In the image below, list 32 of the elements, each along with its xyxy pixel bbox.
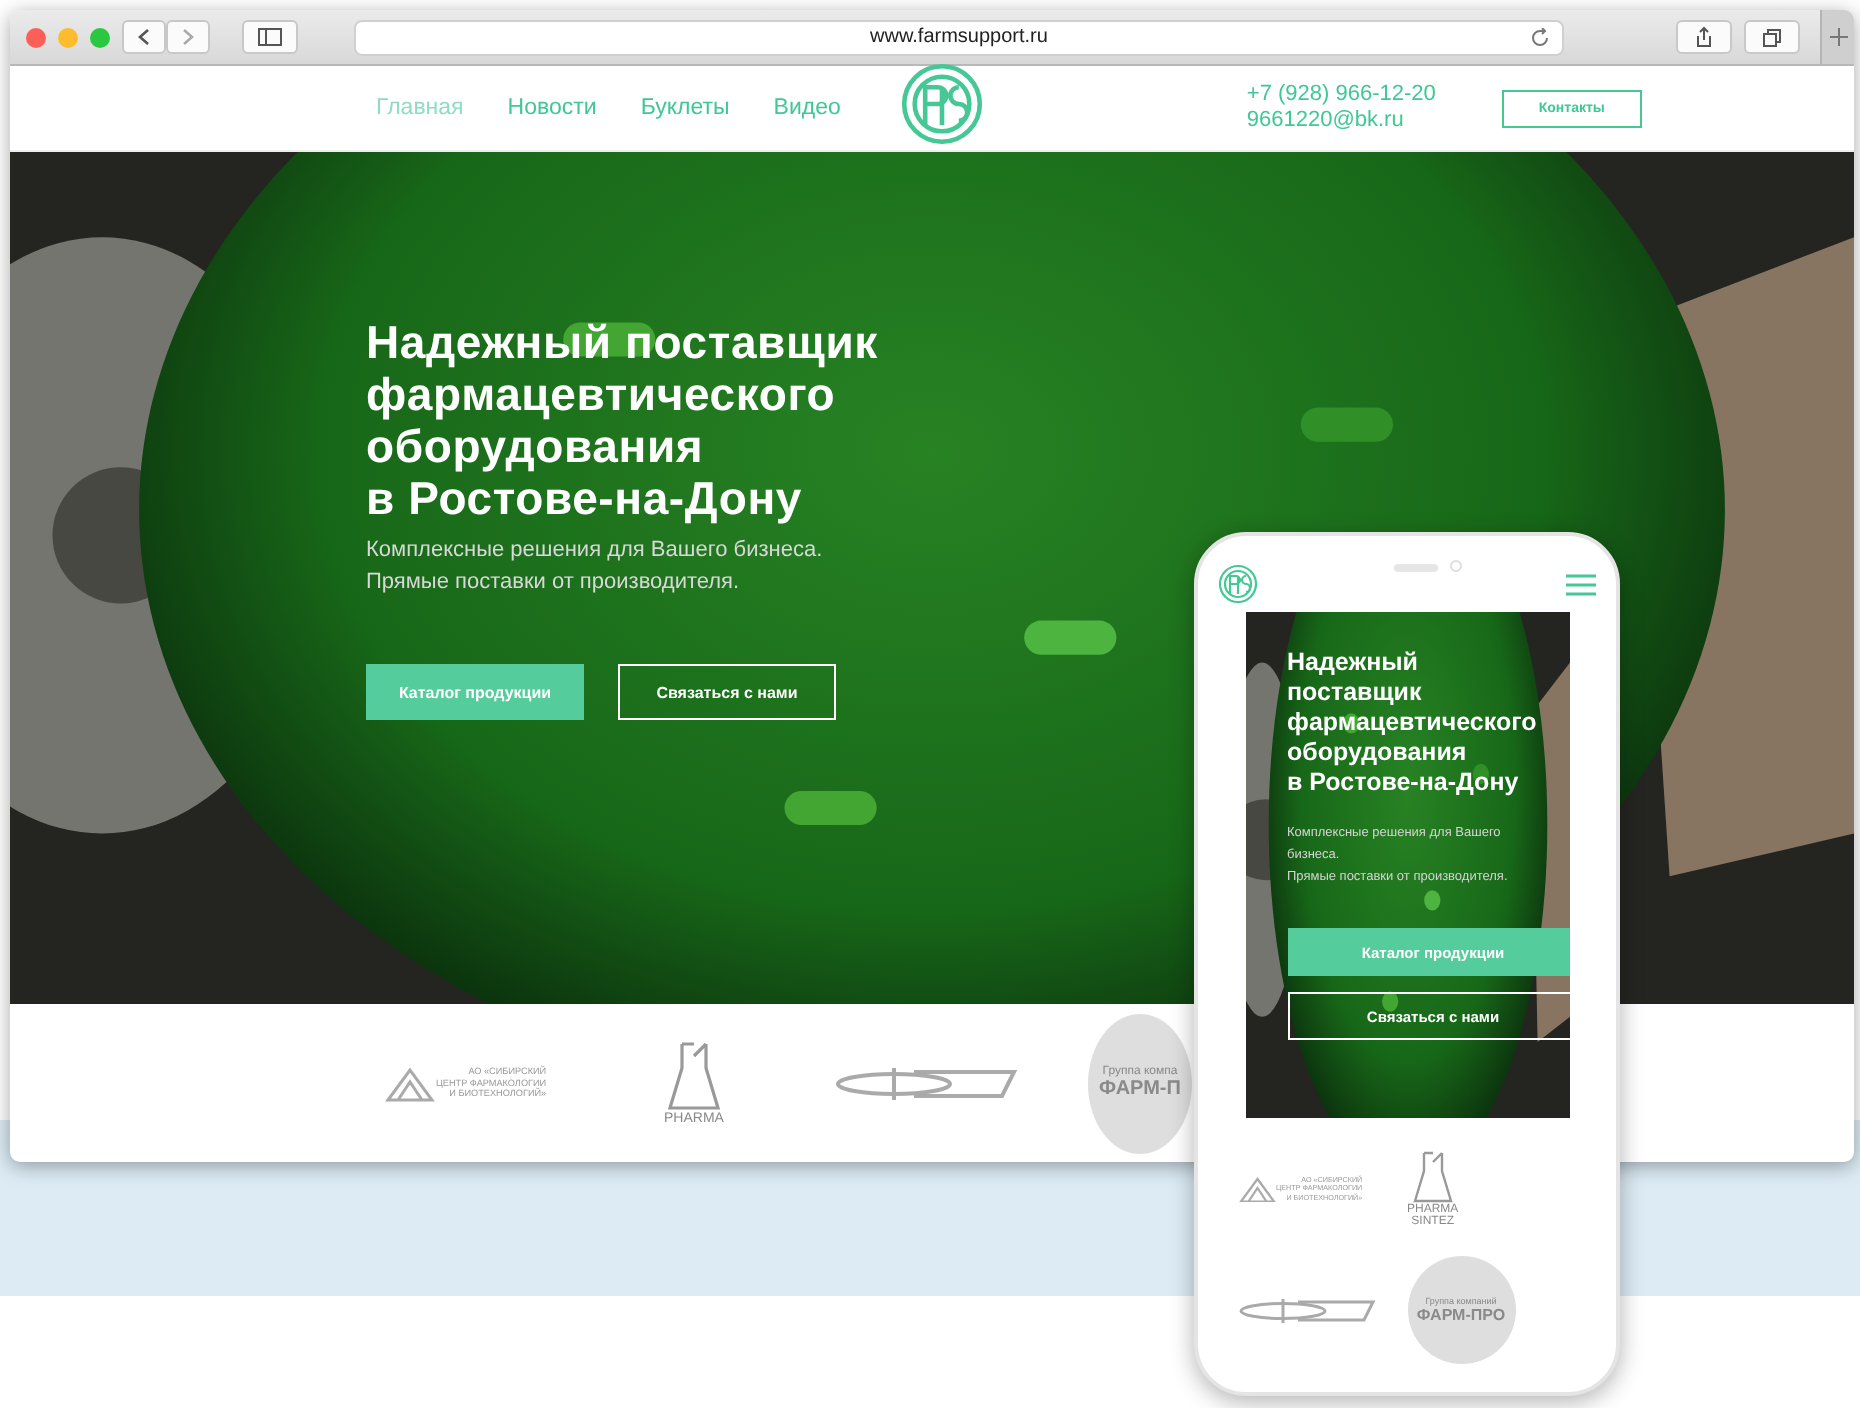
partner-logo-text: ФАРМ-П [1099, 1078, 1181, 1100]
swoosh-logo-icon [834, 1063, 1018, 1103]
logo-icon[interactable] [900, 62, 985, 146]
url-text: www.farmsupport.ru [870, 26, 1048, 48]
chevron-left-icon [138, 28, 150, 46]
phone-number[interactable]: +7 (928) 966-12-20 [1246, 82, 1436, 108]
triangle-logo-icon [1237, 1175, 1276, 1203]
tabs-button[interactable] [1744, 20, 1800, 54]
partner-logo-text: ФАРМ-ПРО [1416, 1306, 1506, 1324]
close-icon[interactable] [26, 27, 46, 47]
flask-logo-icon [665, 1040, 722, 1112]
nav-link[interactable]: Главная [376, 96, 464, 120]
nav-link[interactable]: Буклеты [640, 96, 730, 120]
back-button[interactable] [122, 20, 166, 54]
triangle-logo-icon [384, 1065, 436, 1101]
reload-icon[interactable] [1530, 27, 1550, 47]
share-button[interactable] [1676, 20, 1732, 54]
share-icon [1694, 26, 1714, 48]
plus-icon [1829, 28, 1847, 46]
nav-link[interactable]: Видео [773, 96, 841, 120]
address-bar[interactable]: www.farmsupport.ru [354, 19, 1564, 55]
nav-link[interactable]: Новости [507, 96, 597, 120]
sidebar-button[interactable] [242, 20, 298, 54]
maximize-icon[interactable] [90, 27, 110, 47]
swoosh-logo-icon [1237, 1295, 1375, 1325]
new-tab-button[interactable] [1820, 10, 1854, 64]
flask-logo-icon [1411, 1150, 1454, 1204]
email-link[interactable]: 9661220@bk.ru [1246, 108, 1436, 134]
chevron-right-icon [182, 28, 194, 46]
tabs-icon [1762, 27, 1782, 47]
sidebar-icon [258, 28, 282, 46]
minimize-icon[interactable] [58, 27, 78, 47]
